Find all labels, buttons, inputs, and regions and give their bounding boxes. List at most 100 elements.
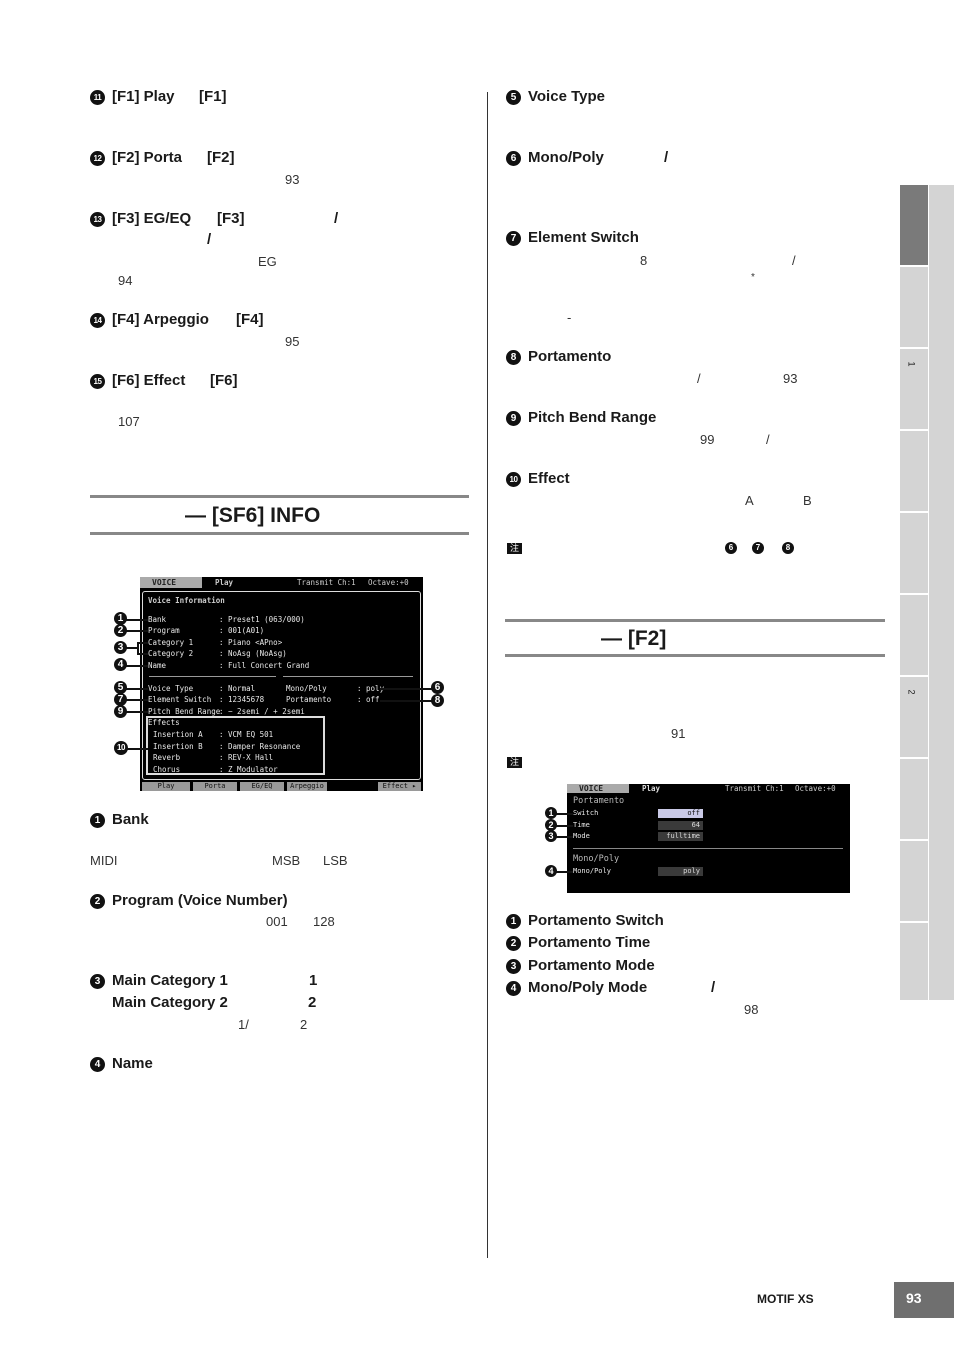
lcd-label: Switch	[573, 809, 599, 817]
callout-badge: 1	[90, 813, 105, 828]
callout-badge: 10	[506, 472, 521, 487]
lcd-transmit: Transmit Ch:1	[297, 578, 356, 587]
callout-badge: 6	[431, 681, 444, 694]
lcd-footer-tab-play: Play	[142, 782, 190, 791]
lcd-footer-tab-effect: Effect ▸	[378, 782, 421, 791]
callout-badge: 13	[90, 212, 105, 227]
side-tab[interactable]	[900, 759, 928, 839]
heading-name: Name	[112, 1055, 153, 1072]
section-title-f2: — [F2]	[601, 627, 667, 650]
callout-line	[556, 871, 573, 873]
text: 2	[308, 994, 317, 1011]
heading-portamento: Portamento	[528, 348, 612, 365]
text: 1/	[238, 1017, 249, 1032]
lcd-mode: VOICE	[567, 784, 629, 793]
lcd-label: Category 1	[148, 638, 194, 647]
lcd-label: Element Switch	[148, 695, 212, 704]
callout-badge: 4	[90, 1057, 105, 1072]
lcd-value: : Damper Resonance	[219, 742, 301, 751]
side-tab[interactable]	[900, 595, 928, 675]
callout-badge: 3	[114, 641, 127, 654]
lcd-divider	[149, 676, 276, 677]
callout-line	[380, 700, 432, 702]
side-tab[interactable]	[900, 841, 928, 921]
page-ref: 91	[671, 726, 686, 741]
callout-badge: 12	[90, 151, 105, 166]
callout-badge: 9	[114, 705, 127, 718]
heading-pitch-bend-range: Pitch Bend Range	[528, 409, 657, 426]
lcd-value: : VCM EQ 501	[219, 730, 274, 739]
callout-badge: 2	[506, 936, 521, 951]
callout-line	[556, 813, 573, 815]
slash: /	[792, 253, 796, 268]
callout-line	[380, 688, 432, 690]
lcd-portamento: VOICE Play Transmit Ch:1 Octave:+0 Porta…	[567, 784, 850, 893]
callout-line	[126, 630, 148, 632]
lcd-octave: Octave:+0	[795, 784, 836, 793]
callout-badge: 11	[90, 90, 105, 105]
key-label: [F3]	[217, 210, 245, 227]
range-from: 001	[266, 914, 288, 929]
lcd-value: : NoAsg (NoAsg)	[219, 649, 287, 658]
side-tab[interactable]	[900, 267, 928, 347]
section-rule-bottom	[505, 654, 885, 657]
side-tab-active[interactable]	[900, 185, 928, 265]
lcd-label: Pitch Bend Range	[148, 707, 221, 716]
callout-line	[126, 619, 148, 621]
heading-f3-egeq: [F3] EG/EQ	[112, 210, 192, 227]
lcd-header: VOICE Play Transmit Ch:1 Octave:+0	[567, 784, 850, 795]
callout-badge: 8	[431, 694, 444, 707]
heading-mono-poly-mode: Mono/Poly Mode	[528, 979, 648, 996]
side-strip	[929, 185, 954, 1000]
page-number-box: 93	[894, 1282, 954, 1318]
heading-program: Program (Voice Number)	[112, 892, 288, 909]
lcd-header: VOICE Play Transmit Ch:1 Octave:+0	[140, 577, 423, 588]
lcd-value: : off	[357, 695, 380, 704]
side-tab-1[interactable]: 1	[900, 349, 928, 429]
text-midi: MIDI	[90, 853, 118, 868]
note-badge: 注	[507, 543, 523, 554]
side-tab-label: 1	[906, 361, 917, 367]
lcd-value: : Normal	[219, 684, 256, 693]
callout-badge: 6	[506, 151, 521, 166]
callout-badge: 1	[545, 807, 557, 819]
side-tab-2[interactable]: 2	[900, 677, 928, 757]
lcd-value: : Full Concert Grand	[219, 661, 310, 670]
slash: /	[711, 979, 716, 996]
slash: /	[207, 231, 212, 248]
manual-page: 11 [F1] Play [F1] 12 [F2] Porta [F2] 93 …	[0, 0, 954, 1351]
lcd-mode: VOICE	[140, 577, 202, 588]
key-label: [F4]	[236, 311, 264, 328]
callout-badge: 2	[114, 624, 127, 637]
heading-mono-poly: Mono/Poly	[528, 149, 604, 166]
heading-f4-arpeggio: [F4] Arpeggio	[112, 311, 209, 328]
lcd-effects-label: Effects	[148, 718, 180, 727]
slash: /	[664, 149, 669, 166]
callout-line	[556, 825, 573, 827]
heading-f6-effect: [F6] Effect	[112, 372, 186, 389]
lcd-value: : REV-X Hall	[219, 753, 274, 762]
side-tab[interactable]	[900, 923, 928, 1000]
heading-portamento-mode: Portamento Mode	[528, 957, 655, 974]
section-rule-top	[90, 495, 469, 498]
callout-line	[556, 836, 573, 838]
heading-voice-type: Voice Type	[528, 88, 605, 105]
lcd-label: Mono/Poly	[286, 684, 327, 693]
callout-badge: 10	[114, 741, 128, 755]
heading-main-category-1: Main Category 1	[112, 972, 228, 989]
side-tab[interactable]	[900, 431, 928, 511]
callout-badge: 4	[114, 658, 127, 671]
callout-badge: 14	[90, 313, 105, 328]
page-ref: 94	[118, 273, 133, 288]
callout-badge: 3	[506, 959, 521, 974]
lcd-label: Mode	[573, 832, 590, 840]
lcd-label: Program	[148, 626, 180, 635]
callout-badge: 3	[545, 830, 557, 842]
text: 8	[640, 253, 648, 268]
lcd-divider	[283, 676, 413, 677]
lcd-footer-tab-arpeggio: Arpeggio	[287, 782, 327, 791]
side-tab[interactable]	[900, 513, 928, 593]
callout-line	[137, 642, 148, 644]
lcd-octave: Octave:+0	[368, 578, 409, 587]
callout-badge: 4	[506, 981, 521, 996]
